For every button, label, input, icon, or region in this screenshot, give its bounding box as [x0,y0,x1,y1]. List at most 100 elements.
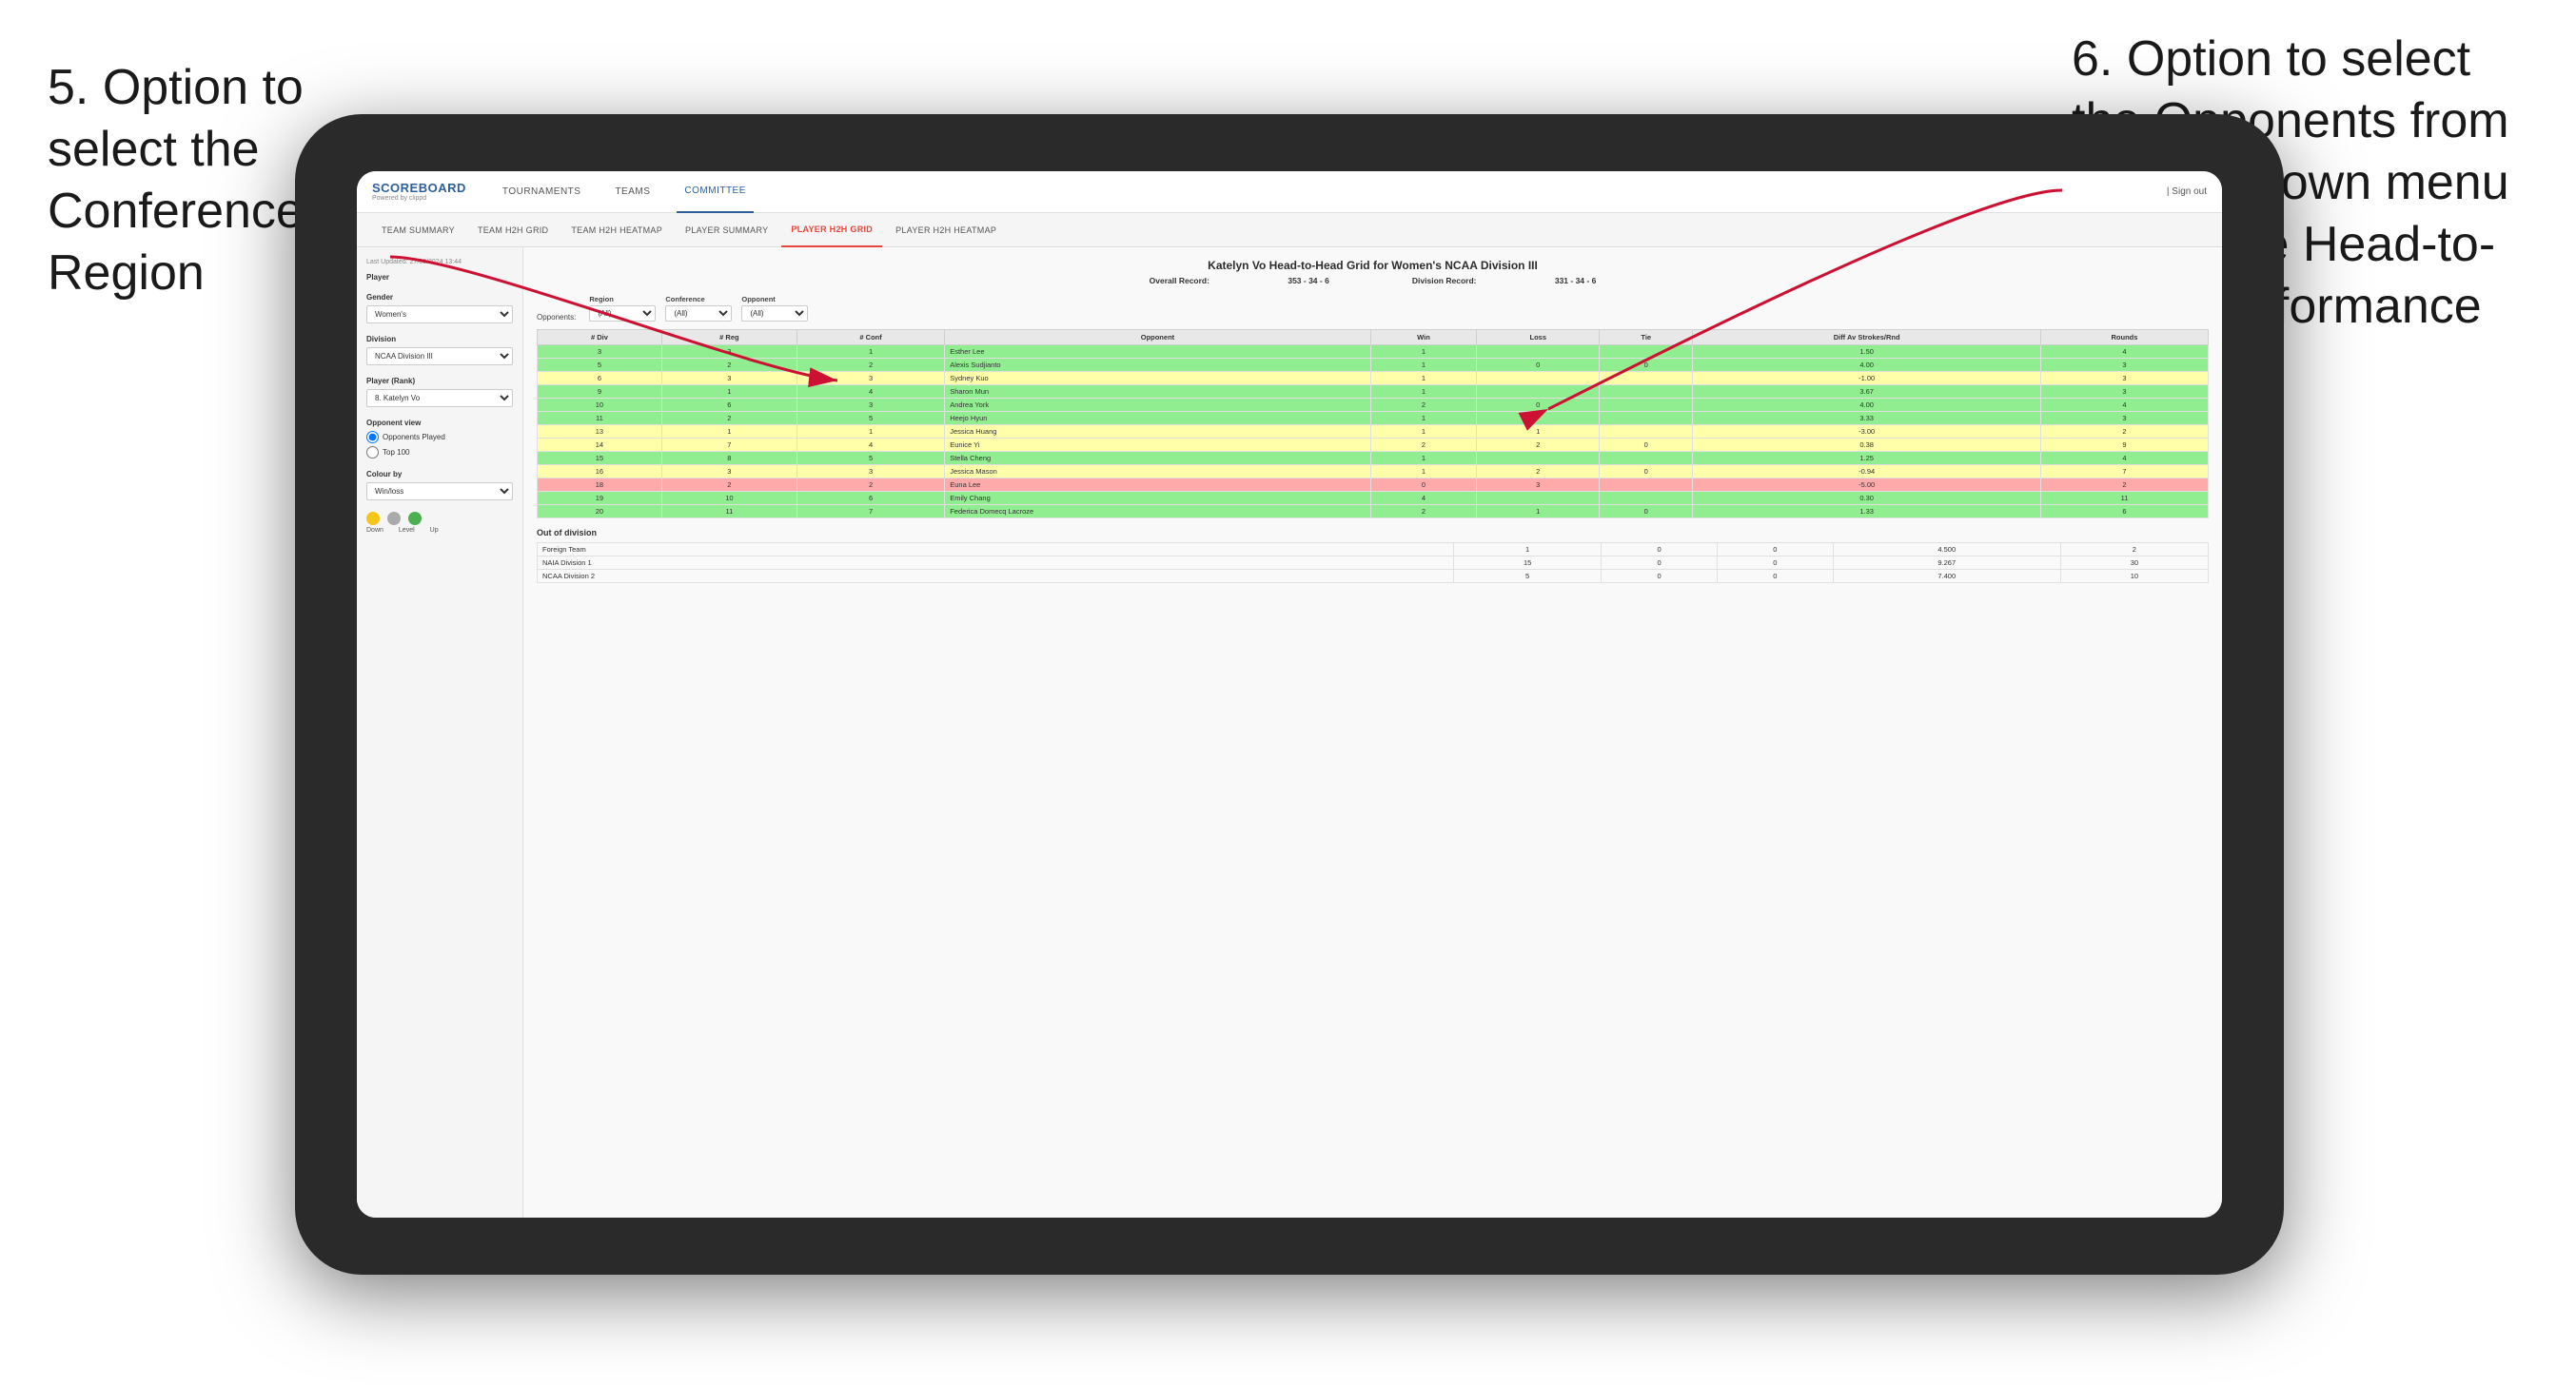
overall-record-label: Overall Record: [1150,276,1209,285]
cell-tie [1600,492,1693,505]
cell-name: Andrea York [945,399,1370,412]
cell-div: 6 [538,372,662,385]
out-cell-win: 15 [1454,556,1602,570]
cell-name: Esther Lee [945,345,1370,359]
colour-by-section: Colour by Win/loss [366,470,513,500]
logo-area: SCOREBOARD Powered by clippd [372,182,466,202]
cell-loss [1477,412,1600,425]
th-reg: # Reg [661,330,796,345]
cell-win: 2 [1370,399,1477,412]
cell-loss [1477,385,1600,399]
cell-tie: 0 [1600,465,1693,478]
cell-loss: 0 [1477,359,1600,372]
cell-tie [1600,425,1693,439]
tab-player-h2h-heatmap[interactable]: PLAYER H2H HEATMAP [886,213,1006,247]
cell-rounds: 4 [2040,452,2208,465]
cell-diff: -5.00 [1693,478,2041,492]
out-cell-loss: 0 [1602,556,1718,570]
cell-name: Alexis Sudjianto [945,359,1370,372]
sign-out[interactable]: | Sign out [2167,186,2207,197]
player-rank-section: Player (Rank) 8. Katelyn Vo [366,377,513,407]
cell-reg: 7 [661,439,796,452]
out-cell-name: NAIA Division 1 [538,556,1454,570]
cell-reg: 6 [661,399,796,412]
out-cell-tie: 0 [1718,556,1834,570]
cell-conf: 1 [796,425,944,439]
cell-reg: 1 [661,425,796,439]
th-tie: Tie [1600,330,1693,345]
out-cell-name: NCAA Division 2 [538,570,1454,583]
cell-tie: 0 [1600,439,1693,452]
division-label: Division [366,335,513,343]
cell-win: 1 [1370,359,1477,372]
th-rounds: Rounds [2040,330,2208,345]
player-rank-select[interactable]: 8. Katelyn Vo [366,389,513,407]
table-row: 16 3 3 Jessica Mason 1 2 0 -0.94 7 [538,465,2209,478]
nav-committee[interactable]: COMMITTEE [677,171,754,213]
cell-diff: -3.00 [1693,425,2041,439]
cell-name: Heejo Hyun [945,412,1370,425]
colour-by-label: Colour by [366,470,513,478]
opponent-select[interactable]: (All) [741,305,808,322]
tab-player-summary[interactable]: PLAYER SUMMARY [676,213,777,247]
radio-top-100[interactable]: Top 100 [366,446,513,459]
cell-loss: 0 [1477,399,1600,412]
sub-nav: TEAM SUMMARY TEAM H2H GRID TEAM H2H HEAT… [357,213,2222,247]
cell-name: Federica Domecq Lacroze [945,505,1370,518]
cell-diff: -0.94 [1693,465,2041,478]
cell-conf: 5 [796,452,944,465]
division-select[interactable]: NCAA Division III [366,347,513,365]
tab-player-h2h-grid[interactable]: PLAYER H2H GRID [781,213,882,247]
cell-name: Sydney Kuo [945,372,1370,385]
cell-name: Stella Cheng [945,452,1370,465]
out-cell-diff: 9.267 [1833,556,2060,570]
cell-rounds: 4 [2040,345,2208,359]
conference-label: Conference [665,295,732,303]
cell-reg: 2 [661,412,796,425]
cell-reg: 1 [661,385,796,399]
cell-tie [1600,385,1693,399]
cell-div: 11 [538,412,662,425]
cell-rounds: 3 [2040,412,2208,425]
table-row: 9 1 4 Sharon Mun 1 3.67 3 [538,385,2209,399]
nav-teams[interactable]: TEAMS [607,171,658,213]
cell-conf: 6 [796,492,944,505]
gender-section: Gender Women's [366,293,513,323]
table-row: 6 3 3 Sydney Kuo 1 -1.00 3 [538,372,2209,385]
region-label: Region [589,295,656,303]
tab-team-h2h-grid[interactable]: TEAM H2H GRID [468,213,558,247]
region-select[interactable]: (All) [589,305,656,322]
cell-loss [1477,372,1600,385]
cell-diff: -1.00 [1693,372,2041,385]
cell-div: 20 [538,505,662,518]
right-panel: Katelyn Vo Head-to-Head Grid for Women's… [523,247,2222,1218]
table-row: 15 8 5 Stella Cheng 1 1.25 4 [538,452,2209,465]
table-row: 14 7 4 Eunice Yi 2 2 0 0.38 9 [538,439,2209,452]
out-cell-win: 1 [1454,543,1602,556]
cell-div: 18 [538,478,662,492]
cell-conf: 2 [796,359,944,372]
cell-name: Euna Lee [945,478,1370,492]
colour-by-select[interactable]: Win/loss [366,482,513,500]
cell-div: 16 [538,465,662,478]
th-conf: # Conf [796,330,944,345]
tab-team-h2h-heatmap[interactable]: TEAM H2H HEATMAP [561,213,672,247]
cell-conf: 3 [796,372,944,385]
top-nav: SCOREBOARD Powered by clippd TOURNAMENTS… [357,171,2222,213]
cell-loss [1477,345,1600,359]
cell-div: 5 [538,359,662,372]
cell-conf: 3 [796,399,944,412]
conference-select[interactable]: (All) [665,305,732,322]
gender-select[interactable]: Women's [366,305,513,323]
cell-div: 9 [538,385,662,399]
radio-opponents-played[interactable]: Opponents Played [366,431,513,443]
player-rank-label: Player (Rank) [366,377,513,385]
tab-team-summary[interactable]: TEAM SUMMARY [372,213,464,247]
nav-tournaments[interactable]: TOURNAMENTS [495,171,589,213]
cell-tie [1600,412,1693,425]
th-diff: Diff Av Strokes/Rnd [1693,330,2041,345]
cell-tie [1600,478,1693,492]
table-row: 5 2 2 Alexis Sudjianto 1 0 0 4.00 3 [538,359,2209,372]
opponent-view-section: Opponent view Opponents Played Top 100 [366,419,513,459]
opponent-label: Opponent [741,295,808,303]
